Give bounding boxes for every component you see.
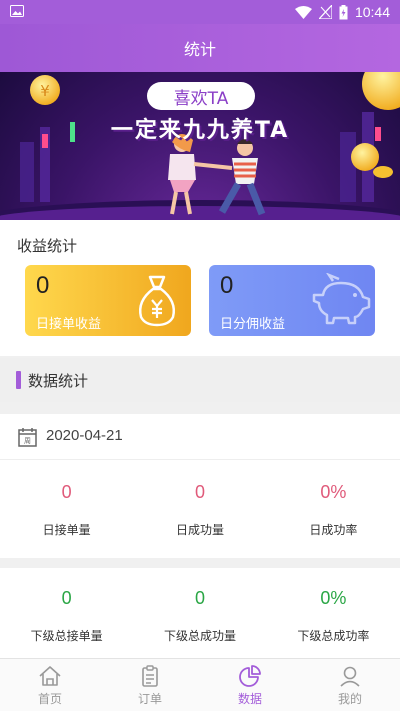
piggy-bank-icon (312, 273, 371, 325)
bottom-tab-bar: 首页 订单 数据 我的 (0, 658, 400, 711)
earnings-section: 收益统计 0 日接单收益 0 日分佣收益 (0, 220, 400, 356)
status-bar: 10:44 (0, 0, 400, 24)
stat-sub-orders: 0 下级总接单量 (0, 588, 133, 644)
user-icon (340, 666, 360, 687)
svg-text:周: 周 (24, 437, 31, 445)
stat-label: 日成功率 (309, 523, 358, 537)
stat-sub-rate: 0% 下级总成功率 (267, 588, 400, 644)
stat-value: 0 (61, 588, 72, 608)
selected-date[interactable]: 2020-04-21 (46, 427, 123, 444)
earnings-title: 收益统计 (17, 237, 78, 255)
clipboard-icon (142, 665, 158, 687)
daily-order-earnings-value: 0 (36, 272, 50, 299)
tab-data[interactable]: 数据 (200, 659, 300, 711)
subordinate-stats-panel: 0 下级总接单量 0 下级总成功量 0% 下级总成功率 (0, 568, 400, 658)
tab-profile[interactable]: 我的 (300, 659, 400, 711)
status-time: 10:44 (354, 4, 390, 20)
tab-label: 我的 (337, 692, 362, 706)
calendar-icon: 周 (18, 428, 37, 447)
promo-banner[interactable]: ¥ 喜欢TA 一定来九九养TA (0, 72, 400, 220)
stat-label: 下级总成功量 (163, 629, 236, 643)
stat-label: 日成功量 (175, 523, 224, 537)
daily-commission-earnings-label: 日分佣收益 (220, 317, 286, 332)
stat-value: 0 (194, 482, 205, 502)
tab-orders[interactable]: 订单 (100, 659, 200, 711)
image-icon (10, 5, 24, 17)
tab-home[interactable]: 首页 (0, 659, 100, 711)
stat-value: 0 (194, 588, 205, 608)
data-stats-header: 数据统计 (0, 358, 400, 402)
stat-sub-success: 0 下级总成功量 (133, 588, 266, 644)
stat-daily-orders: 0 日接单量 (0, 482, 133, 538)
date-picker-row[interactable]: 周 2020-04-21 (0, 414, 400, 460)
daily-stats-grid: 0 日接单量 0 日成功量 0% 日成功率 (0, 482, 400, 538)
tab-label: 数据 (237, 692, 262, 706)
stat-daily-success: 0 日成功量 (133, 482, 266, 538)
daily-commission-earnings-card[interactable]: 0 日分佣收益 (209, 265, 375, 336)
stat-value: 0% (320, 588, 347, 608)
data-stats-title: 数据统计 (28, 372, 89, 390)
subordinate-stats-grid: 0 下级总接单量 0 下级总成功量 0% 下级总成功率 (0, 588, 400, 644)
stat-label: 日接单量 (42, 523, 91, 537)
stat-label: 下级总成功率 (297, 629, 370, 643)
banner-tag: 喜欢TA (147, 82, 255, 110)
section-accent-bar (16, 371, 21, 389)
banner-headline: 一定来九九养TA (110, 118, 290, 143)
daily-stats-panel: 周 2020-04-21 0 日接单量 0 日成功量 0% 日成功率 (0, 414, 400, 558)
pie-chart-icon (239, 665, 261, 687)
stat-daily-rate: 0% 日成功率 (267, 482, 400, 538)
signal-icon (318, 5, 332, 19)
battery-icon (339, 4, 348, 19)
tab-label: 订单 (137, 692, 162, 706)
daily-order-earnings-label: 日接单收益 (36, 317, 102, 332)
daily-order-earnings-card[interactable]: 0 日接单收益 (25, 265, 191, 336)
stat-value: 0 (61, 482, 72, 502)
money-bag-icon (139, 275, 175, 327)
tab-label: 首页 (37, 692, 62, 706)
stat-label: 下级总接单量 (30, 629, 103, 643)
home-icon (39, 666, 61, 686)
stat-value: 0% (320, 482, 347, 502)
daily-commission-earnings-value: 0 (220, 272, 234, 299)
svg-text:¥: ¥ (40, 82, 50, 100)
app-bar: 统计 (0, 24, 400, 72)
wifi-icon (294, 5, 312, 19)
page-title: 统计 (183, 40, 216, 59)
